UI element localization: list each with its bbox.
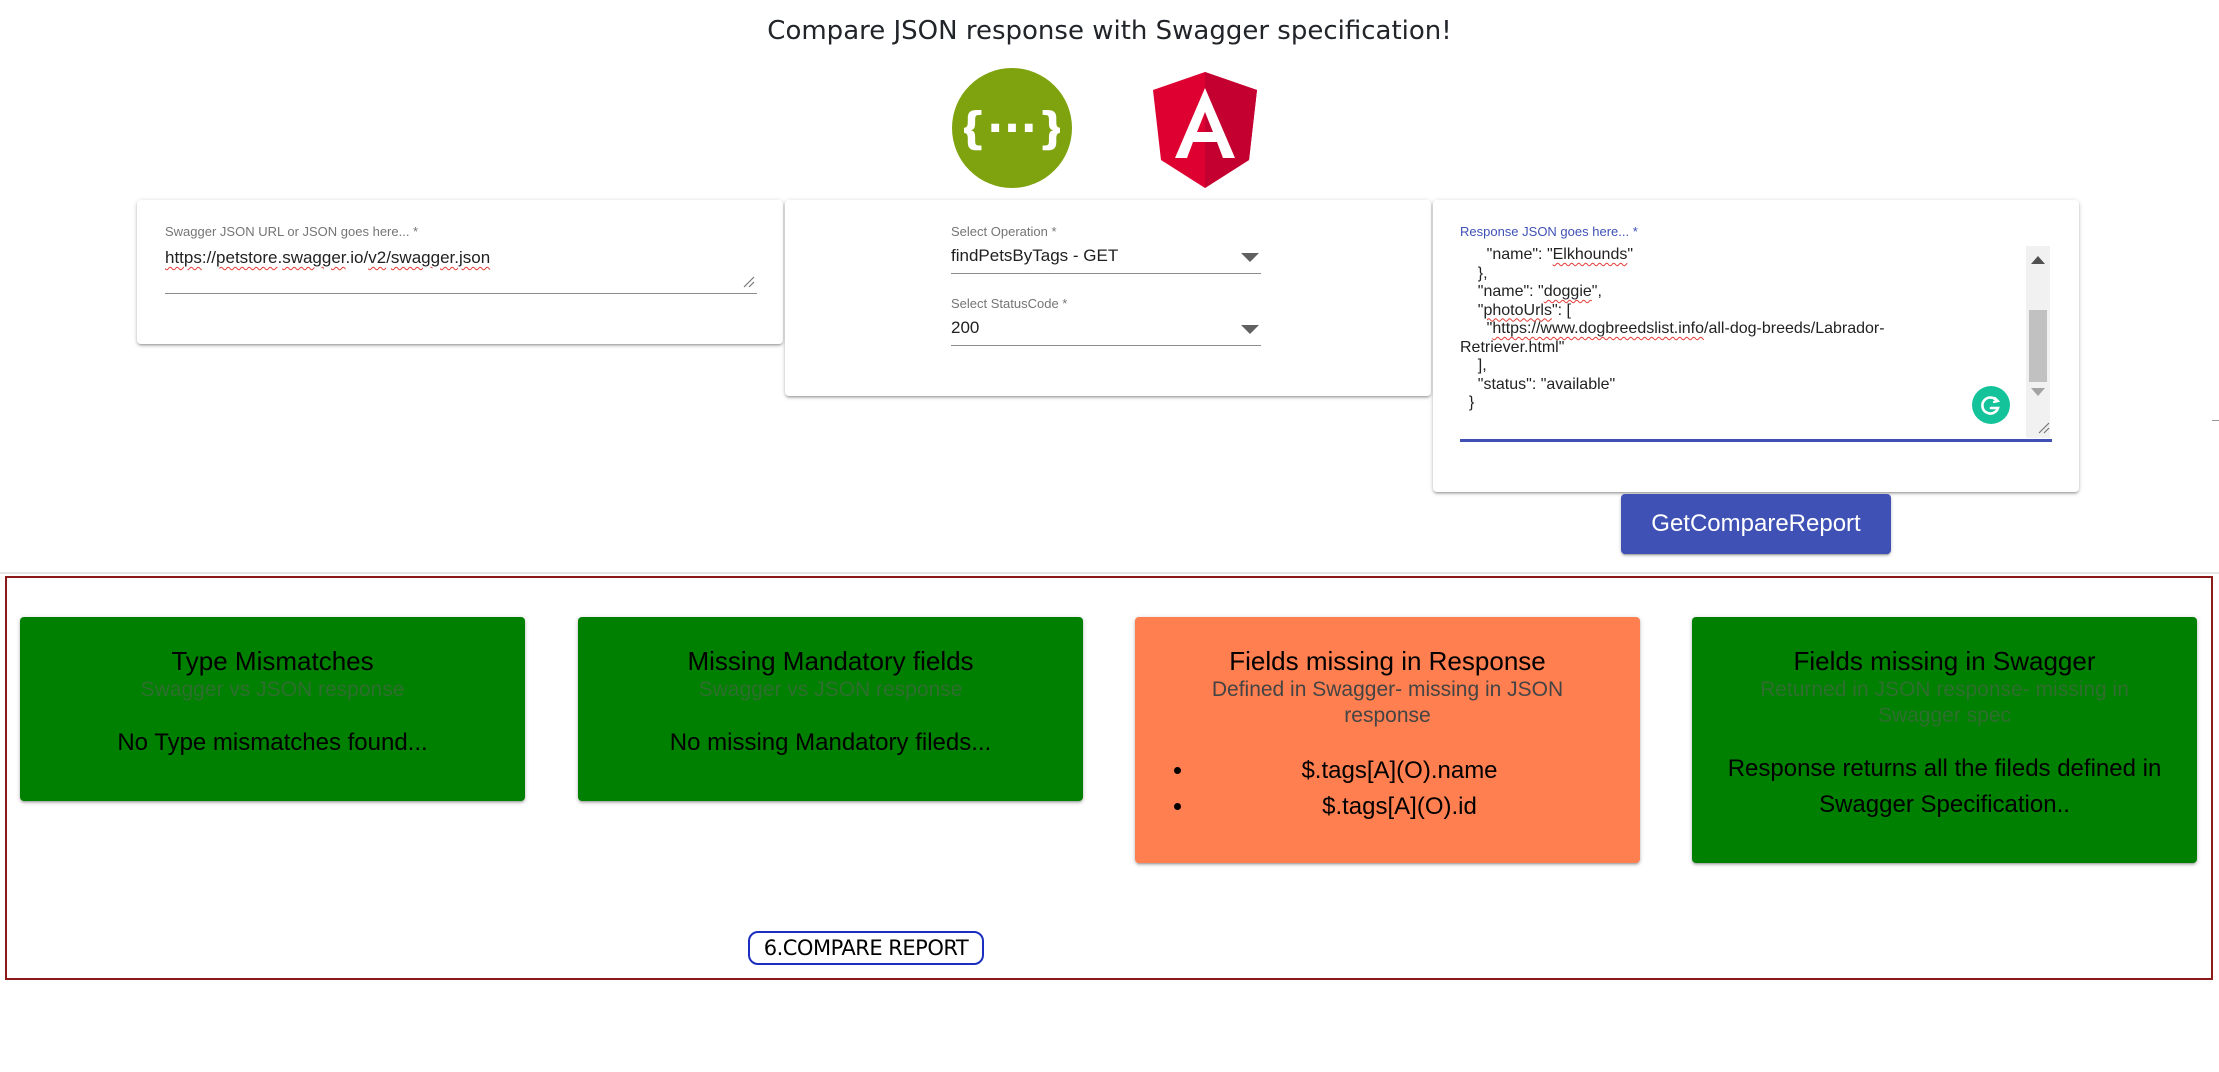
card-subtitle: Returned in JSON response- missing in Sw… [1760, 678, 2129, 727]
type-mismatches-card: Type Mismatches Swagger vs JSON response… [20, 617, 525, 801]
json-line: Retriever.html" [1460, 338, 1565, 356]
operation-select-underline [951, 273, 1261, 274]
list-item: $.tags[A](O).name [1195, 753, 1620, 789]
page-title: Compare JSON response with Swagger speci… [767, 16, 1452, 46]
card-title: Fields missing in Swagger [1793, 646, 2096, 676]
status-select[interactable]: 200 [951, 318, 979, 338]
url-segment: v2 [368, 248, 387, 267]
card-message: No missing Mandatory fileds... [669, 729, 992, 756]
url-segment: :// [201, 248, 217, 267]
missing-in-swagger-card: Fields missing in Swagger Returned in JS… [1692, 617, 2197, 863]
swagger-input-underline [165, 293, 757, 294]
section-divider [0, 572, 2219, 574]
json-line: "photoUrls": [ [1460, 301, 1571, 319]
card-title: Type Mismatches [171, 646, 374, 676]
swagger-input-label: Swagger JSON URL or JSON goes here... * [165, 224, 419, 239]
swagger-logo-icon: {···} [952, 68, 1072, 188]
json-line: "name": "doggie", [1460, 283, 1602, 300]
scrollbar-thumb[interactable] [2029, 310, 2047, 382]
card-message: Response returns all the fileds defined … [1727, 755, 2162, 818]
swagger-input[interactable]: https://petstore.swagger.io/v2/swagger.j… [165, 248, 490, 268]
missing-in-response-card: Fields missing in Response Defined in Sw… [1135, 617, 1640, 863]
annotation-label: 6.COMPARE REPORT [748, 931, 984, 965]
status-select-label: Select StatusCode * [951, 296, 1068, 311]
card-message: No Type mismatches found... [117, 729, 428, 756]
page: Compare JSON response with Swagger speci… [0, 0, 2219, 1072]
operation-select[interactable]: findPetsByTags - GET [951, 246, 1118, 266]
angular-logo-icon [1153, 72, 1257, 188]
url-segment: petstore [216, 248, 278, 267]
chevron-down-icon[interactable] [1241, 325, 1259, 334]
json-line: "https://www.dogbreedslist.info/all-dog-… [1460, 320, 1885, 337]
status-select-underline [951, 345, 1261, 346]
operation-select-label: Select Operation * [951, 224, 1057, 239]
swagger-braces-icon: {···} [964, 103, 1060, 154]
url-segment: https [165, 248, 202, 267]
scroll-down-icon[interactable] [2031, 388, 2045, 396]
card-subtitle: Defined in Swagger- missing in JSON resp… [1211, 678, 1564, 727]
svg-text:{···}: {···} [964, 103, 1060, 154]
swagger-input-card: Swagger JSON URL or JSON goes here... * … [137, 200, 783, 344]
response-input-label: Response JSON goes here... * [1460, 224, 1638, 239]
card-subtitle: Swagger vs JSON response [698, 678, 963, 701]
json-line: }, [1460, 264, 1488, 282]
response-input[interactable]: "name": "Elkhounds" }, "name": "doggie",… [1460, 246, 2025, 436]
url-segment: .io/ [345, 248, 369, 267]
resize-grip-icon[interactable] [2036, 420, 2050, 434]
get-compare-report-button[interactable]: GetCompareReport [1621, 494, 1891, 554]
list-item: $.tags[A](O).id [1195, 789, 1620, 825]
resize-grip-icon[interactable] [741, 274, 755, 288]
selection-card: Select Operation * findPetsByTags - GET … [785, 200, 1431, 396]
json-line: } [1460, 394, 1475, 411]
card-subtitle: Swagger vs JSON response [140, 678, 405, 701]
response-input-underline [1460, 439, 2052, 442]
url-segment: swagger [282, 248, 346, 267]
json-line: "status": "available" [1460, 375, 1616, 393]
edge-marker [2212, 420, 2219, 421]
chevron-down-icon[interactable] [1241, 253, 1259, 262]
card-title: Missing Mandatory fields [687, 646, 974, 676]
json-line: ], [1460, 357, 1487, 374]
scroll-up-icon[interactable] [2031, 256, 2045, 264]
card-title: Fields missing in Response [1229, 646, 1546, 676]
json-line: "name": "Elkhounds" [1460, 246, 1634, 263]
url-segment: swagger.json [390, 248, 491, 267]
missing-fields-list: $.tags[A](O).name $.tags[A](O).id [1155, 753, 1620, 825]
grammarly-icon[interactable] [1972, 386, 2010, 424]
missing-mandatory-card: Missing Mandatory fields Swagger vs JSON… [578, 617, 1083, 801]
